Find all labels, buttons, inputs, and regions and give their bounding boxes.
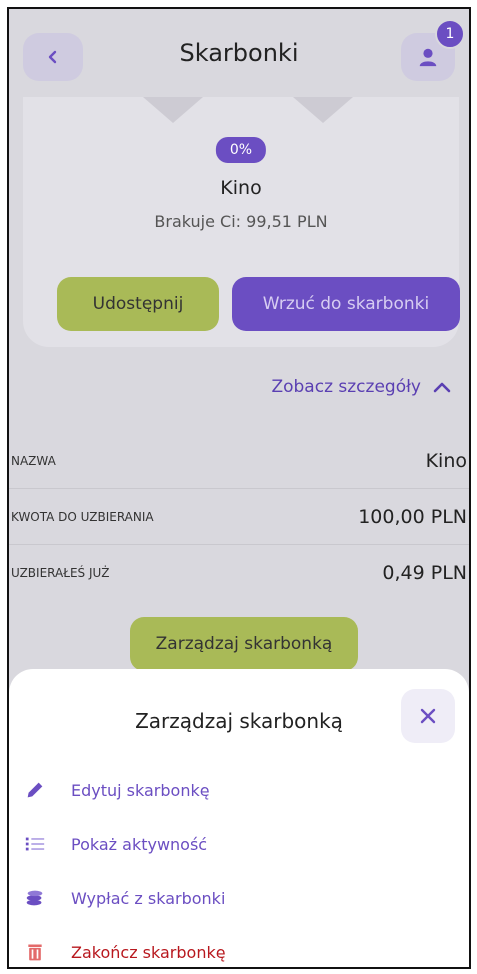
detail-label: KWOTA DO UZBIERANIA xyxy=(11,509,154,524)
menu-item-withdraw[interactable]: Wypłać z skarbonki xyxy=(23,873,455,923)
detail-value: Kino xyxy=(425,449,467,472)
pig-ear-left xyxy=(143,97,203,123)
pig-ear-right xyxy=(293,97,353,123)
goal-card: 0% Kino Brakuje Ci: 99,51 PLN Udostępnij… xyxy=(23,97,460,347)
user-icon xyxy=(419,48,437,67)
menu-item-close-goal[interactable]: Zakończ skarbonkę xyxy=(23,927,455,967)
menu-item-label: Pokaż aktywność xyxy=(71,834,208,854)
menu-item-label: Edytuj skarbonkę xyxy=(71,780,210,800)
goal-name: Kino xyxy=(220,177,262,199)
trash-icon xyxy=(23,940,47,964)
progress-badge: 0% xyxy=(215,137,267,163)
share-button[interactable]: Udostępnij xyxy=(57,277,219,331)
close-button[interactable] xyxy=(401,689,455,743)
menu-item-edit[interactable]: Edytuj skarbonkę xyxy=(23,765,455,815)
list-icon xyxy=(23,832,47,856)
detail-row-name: NAZWA Kino xyxy=(9,433,469,489)
header: Skarbonki 1 xyxy=(9,9,469,97)
bottom-sheet: Zarządzaj skarbonką Edytuj skarbonkę Pok… xyxy=(9,669,469,967)
phone-screen: Skarbonki 1 0% Kino Brakuje Ci: 99,51 PL… xyxy=(7,7,471,969)
deposit-button[interactable]: Wrzuć do skarbonki xyxy=(232,277,460,331)
chevron-up-icon xyxy=(433,382,451,393)
missing-amount: Brakuje Ci: 99,51 PLN xyxy=(154,212,328,231)
details-toggle-label: Zobacz szczegóły xyxy=(271,377,421,397)
detail-label: NAZWA xyxy=(11,453,56,468)
page-title: Skarbonki xyxy=(179,39,299,67)
detail-label: UZBIERAŁEŚ JUŻ xyxy=(11,566,110,580)
close-icon xyxy=(420,708,436,724)
detail-value: 0,49 PLN xyxy=(382,562,467,584)
menu-item-label: Wypłać z skarbonki xyxy=(71,888,226,908)
menu-item-label: Zakończ skarbonkę xyxy=(71,942,226,962)
pencil-icon xyxy=(23,778,47,802)
detail-row-saved: UZBIERAŁEŚ JUŻ 0,49 PLN xyxy=(9,545,469,601)
sheet-title: Zarządzaj skarbonką xyxy=(135,709,343,733)
coins-icon xyxy=(23,886,47,910)
detail-row-target: KWOTA DO UZBIERANIA 100,00 PLN xyxy=(9,489,469,545)
manage-button[interactable]: Zarządzaj skarbonką xyxy=(130,617,358,671)
notification-badge: 1 xyxy=(435,19,465,49)
detail-value: 100,00 PLN xyxy=(358,505,467,528)
menu-item-activity[interactable]: Pokaż aktywność xyxy=(23,819,455,869)
details-toggle[interactable]: Zobacz szczegóły xyxy=(271,377,451,397)
